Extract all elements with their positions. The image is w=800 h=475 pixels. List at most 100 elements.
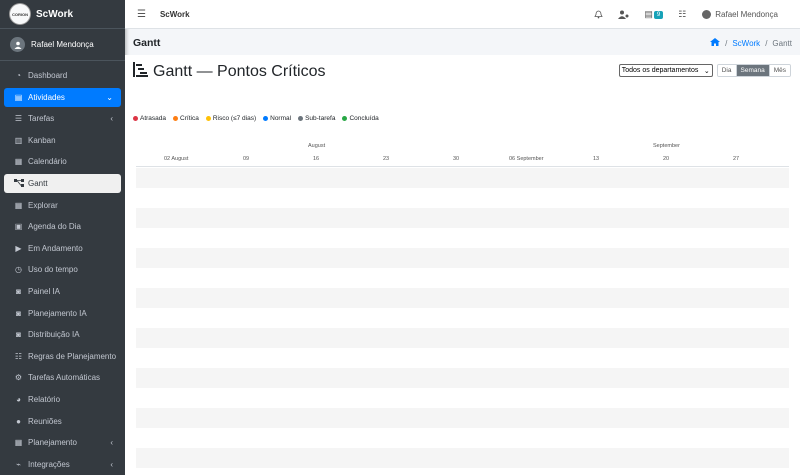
home-icon[interactable] — [710, 38, 721, 48]
sidebar-item-painel-ia[interactable]: ◙ Painel IA — [4, 282, 121, 301]
legend-dot — [298, 116, 304, 121]
sidebar-item-reunioes[interactable]: ● Reuniões — [4, 412, 121, 431]
sidebar-item-label: Em Andamento — [28, 243, 83, 253]
gantt-stream-icon — [133, 62, 148, 82]
sidebar-item-em-andamento[interactable]: ▶ Em Andamento — [4, 239, 121, 258]
sidebar-item-agenda-do-dia[interactable]: ▣ Agenda do Dia — [4, 217, 121, 236]
topbar-title[interactable]: ScWork — [160, 10, 190, 19]
week-tick: 27 — [733, 156, 740, 162]
sidebar-item-label: Explorar — [28, 200, 58, 210]
sidebar-item-planejamento[interactable]: ▦ Planejamento ‹ — [4, 433, 121, 452]
sidebar-item-label: Dashboard — [28, 71, 68, 80]
view-mode-day[interactable]: Dia — [717, 65, 736, 76]
sidebar-item-label: Gantt — [28, 178, 48, 188]
gantt-row — [136, 248, 789, 268]
sidebar-item-label: Uso do tempo — [28, 265, 78, 275]
sidebar-item-distribuicao-ia[interactable]: ◙ Distribuição IA — [4, 325, 121, 344]
sidebar-item-dashboard[interactable]: ◔ Dashboard — [4, 66, 121, 85]
sidebar-item-atividades[interactable]: ▤ Atividades ⌄ — [4, 87, 121, 107]
user-panel[interactable]: Rafael Mendonça — [0, 29, 125, 61]
columns-icon: ▥ — [14, 135, 23, 145]
bell-icon[interactable] — [594, 10, 603, 19]
month-label: August — [308, 143, 326, 149]
sidebar-item-tarefas[interactable]: ☰ Tarefas ‹ — [4, 109, 121, 128]
brand[interactable]: CORION ScWork — [0, 0, 125, 29]
view-mode-toggle: Dia Semana Mês — [716, 64, 791, 77]
legend-label: Crítica — [180, 115, 199, 122]
content-area: Gantt / ScWork / Gantt Gantt — Pontos Cr… — [125, 29, 800, 475]
menu-toggle-icon[interactable]: ☰ — [137, 9, 146, 20]
sidebar-item-relatorio[interactable]: ◕ Relatório — [4, 390, 121, 409]
legend-dot — [173, 116, 179, 121]
list-icon[interactable]: ☷ — [678, 9, 686, 20]
robot-icon: ◙ — [16, 308, 21, 318]
play-circle-icon: ▶ — [15, 243, 22, 253]
clipboard-icon: ▤ — [14, 92, 23, 102]
sidebar-item-tarefas-automaticas[interactable]: ⚙ Tarefas Automáticas — [4, 368, 121, 387]
gantt-title: Gantt — Pontos Críticos — [153, 63, 326, 80]
legend-label: Risco (≤7 dias) — [212, 115, 257, 122]
tasks-count-badge: 9 — [653, 10, 664, 19]
sidebar-item-label: Planejamento — [28, 438, 77, 448]
gantt-card: Gantt — Pontos Críticos Todos os departa… — [125, 55, 800, 475]
sidebar-item-integracoes[interactable]: ⌁ Integrações ‹ — [4, 455, 121, 474]
week-tick: 09 — [243, 156, 250, 162]
list-check-icon: ▤ — [644, 9, 653, 19]
gantt-row — [136, 228, 789, 248]
user-menu[interactable]: Rafael Mendonça — [702, 10, 778, 19]
avatar — [10, 37, 25, 52]
legend-label: Sub-tarefa — [305, 115, 336, 122]
sidebar-item-label: Reuniões — [28, 416, 62, 426]
sidebar-item-calendario[interactable]: ▦ Calendário — [4, 152, 121, 171]
department-select[interactable]: Todos os departamentos ⌄ — [618, 64, 713, 77]
gantt-row — [136, 308, 789, 328]
grid-icon: ▦ — [14, 200, 23, 210]
users-cog-icon[interactable] — [618, 10, 629, 19]
tasks-badge-button[interactable]: ▤ 9 — [644, 9, 664, 20]
week-tick: 20 — [663, 156, 670, 162]
robot-icon: ◙ — [16, 330, 21, 340]
breadcrumb-link[interactable]: ScWork — [732, 39, 760, 48]
week-tick: 06 September — [509, 156, 544, 162]
legend-item: Concluída — [342, 115, 379, 122]
sidebar-item-explorar[interactable]: ▦ Explorar — [4, 196, 121, 215]
brand-name: ScWork — [36, 8, 74, 20]
brand-logo: CORION — [10, 4, 30, 24]
breadcrumb-current: Gantt — [772, 38, 792, 48]
page-title: Gantt — [133, 37, 161, 49]
sidebar-item-label: Relatório — [28, 394, 61, 404]
gantt-timeline-header: August September 02 August 09 16 23 30 0… — [136, 142, 789, 167]
sidebar-item-planejamento-ia[interactable]: ◙ Planejamento IA — [4, 304, 121, 323]
breadcrumb-separator: / — [765, 38, 768, 48]
sidebar-item-gantt[interactable]: Gantt — [4, 173, 121, 193]
breadcrumb: / ScWork / Gantt — [710, 38, 792, 48]
calendar-icon: ▦ — [14, 438, 23, 448]
user-icon — [14, 41, 21, 49]
tasks-icon: ☰ — [14, 114, 23, 124]
legend-dot — [263, 116, 269, 121]
chevron-left-icon: ‹ — [110, 438, 113, 448]
gantt-heading: Gantt — Pontos Críticos — [133, 62, 326, 82]
legend-label: Atrasada — [140, 115, 167, 122]
gantt-row — [136, 448, 789, 468]
gantt-row — [136, 268, 789, 288]
calendar-day-icon: ▣ — [14, 222, 23, 232]
view-mode-month[interactable]: Mês — [768, 65, 790, 76]
sidebar-item-label: Tarefas — [28, 114, 55, 124]
top-navbar: ☰ ScWork ▤ 9 ☷ Rafael Mendonça — [125, 0, 800, 29]
robot-icon: ◙ — [16, 286, 21, 296]
sidebar-item-label: Distribuição IA — [28, 330, 80, 340]
legend-label: Concluída — [349, 115, 379, 122]
department-select-value: Todos os departamentos — [621, 67, 699, 74]
sidebar: CORION ScWork Rafael Mendonça ◔ Dashboar… — [0, 0, 125, 475]
user-menu-name: Rafael Mendonça — [715, 10, 778, 19]
sidebar-item-kanban[interactable]: ▥ Kanban — [4, 131, 121, 150]
legend-dot — [342, 116, 348, 121]
sidebar-item-regras-de-planejamento[interactable]: ☷ Regras de Planejamento — [4, 347, 121, 366]
sidebar-item-label: Planejamento IA — [28, 308, 87, 318]
sidebar-item-uso-do-tempo[interactable]: ◷ Uso do tempo — [4, 260, 121, 279]
calendar-icon: ▦ — [14, 157, 23, 167]
sitemap-icon — [13, 179, 24, 188]
legend-item: Normal — [263, 115, 291, 122]
view-mode-week[interactable]: Semana — [735, 65, 769, 76]
